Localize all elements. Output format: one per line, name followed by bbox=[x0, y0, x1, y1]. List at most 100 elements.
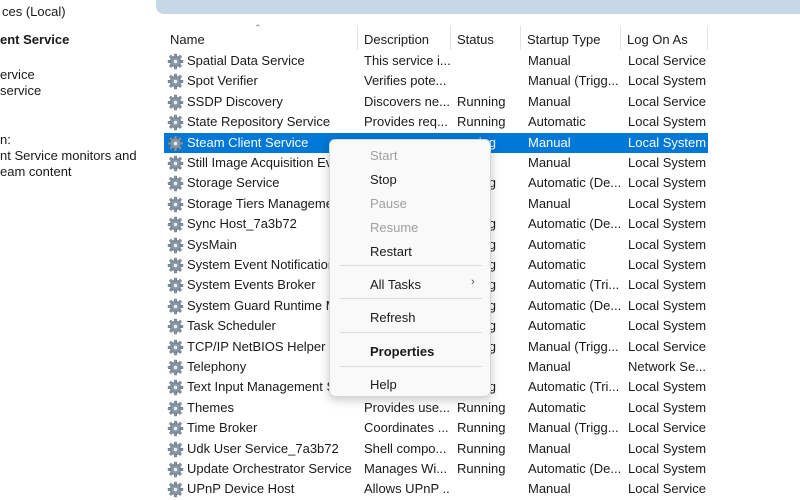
title-bar: ces (Local) bbox=[0, 0, 800, 24]
menu-separator bbox=[340, 366, 482, 367]
service-startup-type-cell: Manual bbox=[528, 134, 571, 150]
service-log-on-as-cell: Local Service bbox=[628, 93, 707, 109]
service-startup-type-cell: Automatic (De... bbox=[528, 297, 622, 313]
service-log-on-as-cell: Local Service bbox=[628, 53, 707, 68]
column-header-description[interactable]: Description bbox=[364, 32, 429, 47]
table-row[interactable]: Udk User Service_7a3b72 Shell compo... Run… bbox=[164, 439, 708, 459]
menu-item-pause[interactable]: Pause bbox=[370, 196, 407, 211]
service-startup-type-cell: Manual (Trigg... bbox=[528, 420, 619, 436]
service-description-cell: Coordinates ... bbox=[364, 420, 449, 436]
service-description-cell: Verifies pote... bbox=[364, 73, 447, 89]
column-divider[interactable] bbox=[450, 26, 451, 50]
window-title: ces (Local) bbox=[0, 0, 156, 24]
service-description-cell: Provides req... bbox=[364, 114, 448, 130]
service-startup-type-cell: Manual bbox=[528, 53, 571, 68]
service-startup-type-cell: Automatic (De... bbox=[528, 175, 622, 191]
menu-separator bbox=[340, 332, 482, 333]
service-startup-type-cell: Manual bbox=[528, 440, 571, 456]
gear-icon bbox=[167, 277, 184, 294]
table-row[interactable]: Spot Verifier Verifies pote... Manual (Tri… bbox=[164, 71, 708, 91]
table-row[interactable]: SSDP Discovery Discovers ne... Running Manu… bbox=[164, 92, 708, 112]
service-log-on-as-cell: Local System bbox=[628, 216, 707, 232]
chevron-right-icon: › bbox=[471, 276, 475, 288]
service-description-cell: Discovers ne... bbox=[364, 93, 450, 109]
menu-item-restart[interactable]: Restart bbox=[370, 244, 412, 259]
service-name-cell: Udk User Service_7a3b72 bbox=[187, 440, 339, 456]
service-log-on-as-cell: Local Service bbox=[628, 481, 707, 497]
context-menu: Start Stop Pause Resume Restart All Task… bbox=[329, 139, 491, 397]
table-row[interactable]: Time Broker Coordinates ... Running Manual … bbox=[164, 418, 708, 438]
service-log-on-as-cell: Local System bbox=[628, 236, 707, 252]
gear-icon bbox=[167, 216, 184, 233]
table-row[interactable]: Themes Provides use... Running Automatic Loc… bbox=[164, 398, 708, 418]
column-header-name[interactable]: Name bbox=[170, 32, 205, 47]
service-log-on-as-cell: Local System bbox=[628, 175, 707, 191]
gear-icon bbox=[167, 420, 184, 437]
menu-item-stop[interactable]: Stop bbox=[370, 172, 397, 187]
column-divider[interactable] bbox=[620, 26, 621, 50]
service-startup-type-cell: Manual bbox=[528, 195, 571, 211]
title-band bbox=[156, 0, 800, 14]
gear-icon bbox=[167, 339, 184, 356]
service-log-on-as-cell: Local Service bbox=[628, 420, 707, 436]
service-status-cell: Running bbox=[457, 461, 506, 476]
service-log-on-as-cell: Local System bbox=[628, 379, 707, 395]
service-startup-type-cell: Automatic (Tri... bbox=[528, 277, 620, 293]
gear-icon bbox=[167, 400, 184, 417]
description-label: n: bbox=[0, 132, 11, 147]
service-startup-type-cell: Automatic (Tri... bbox=[528, 379, 620, 395]
service-startup-type-cell: Manual bbox=[528, 155, 571, 170]
gear-icon bbox=[167, 441, 184, 458]
gear-icon bbox=[167, 135, 184, 152]
column-header-status[interactable]: Status bbox=[457, 32, 494, 47]
service-log-on-as-cell: Local System bbox=[628, 73, 707, 89]
service-description-cell: Provides use... bbox=[364, 399, 450, 415]
table-row[interactable]: Update Orchestrator Service Manages Wi...… bbox=[164, 459, 708, 479]
gear-icon bbox=[167, 114, 184, 131]
sort-ascending-icon: ⌃ bbox=[254, 23, 262, 33]
service-log-on-as-cell: Local System bbox=[628, 440, 707, 456]
menu-item-refresh[interactable]: Refresh bbox=[370, 310, 416, 325]
menu-separator bbox=[340, 298, 482, 299]
gear-icon bbox=[167, 73, 184, 90]
service-description-cell: Allows UPnP ... bbox=[364, 481, 450, 497]
selected-service-title: ent Service bbox=[0, 32, 70, 47]
service-name-cell: State Repository Service bbox=[187, 114, 331, 130]
service-startup-type-cell: Automatic bbox=[528, 318, 586, 334]
service-log-on-as-cell: Local System bbox=[628, 277, 707, 293]
service-name-cell: Update Orchestrator Service bbox=[187, 461, 352, 476]
service-name-cell: Themes bbox=[187, 399, 234, 415]
menu-item-start[interactable]: Start bbox=[370, 148, 397, 163]
table-row[interactable]: Spatial Data Service This service i... Man… bbox=[164, 51, 708, 71]
menu-item-resume[interactable]: Resume bbox=[370, 220, 418, 235]
gear-icon bbox=[167, 94, 184, 111]
stop-service-link[interactable]: ervice bbox=[0, 67, 35, 82]
column-divider[interactable] bbox=[520, 26, 521, 50]
service-log-on-as-cell: Local System bbox=[628, 399, 707, 415]
gear-icon bbox=[167, 155, 184, 172]
menu-item-properties[interactable]: Properties bbox=[370, 344, 434, 359]
service-startup-type-cell: Automatic bbox=[528, 236, 586, 252]
service-name-cell: SSDP Discovery bbox=[187, 93, 283, 109]
extended-info-pane: ent Service ervice service n: nt Service… bbox=[0, 24, 156, 500]
service-startup-type-cell: Automatic (De... bbox=[528, 461, 622, 476]
service-log-on-as-cell: Local System bbox=[628, 257, 707, 272]
service-startup-type-cell: Automatic (De... bbox=[528, 216, 622, 232]
service-log-on-as-cell: Local System bbox=[628, 134, 707, 150]
menu-item-all-tasks[interactable]: All Tasks bbox=[370, 277, 421, 292]
table-row[interactable]: UPnP Device Host Allows UPnP ... Manual Loc… bbox=[164, 479, 708, 499]
table-row[interactable]: State Repository Service Provides req... R… bbox=[164, 112, 708, 132]
service-startup-type-cell: Manual bbox=[528, 359, 571, 374]
gear-icon bbox=[167, 298, 184, 315]
service-name-cell: Spatial Data Service bbox=[187, 53, 305, 68]
menu-item-help[interactable]: Help bbox=[370, 377, 397, 392]
service-description-cell: Manages Wi... bbox=[364, 461, 448, 476]
gear-icon bbox=[167, 175, 184, 192]
service-description-cell: Shell compo... bbox=[364, 440, 447, 456]
column-header-startup-type[interactable]: Startup Type bbox=[527, 32, 600, 47]
restart-service-link[interactable]: service bbox=[0, 83, 41, 98]
column-header-log-on-as[interactable]: Log On As bbox=[627, 32, 688, 47]
service-description-cell: This service i... bbox=[364, 53, 450, 68]
column-divider[interactable] bbox=[357, 26, 358, 50]
column-divider[interactable] bbox=[707, 26, 708, 50]
